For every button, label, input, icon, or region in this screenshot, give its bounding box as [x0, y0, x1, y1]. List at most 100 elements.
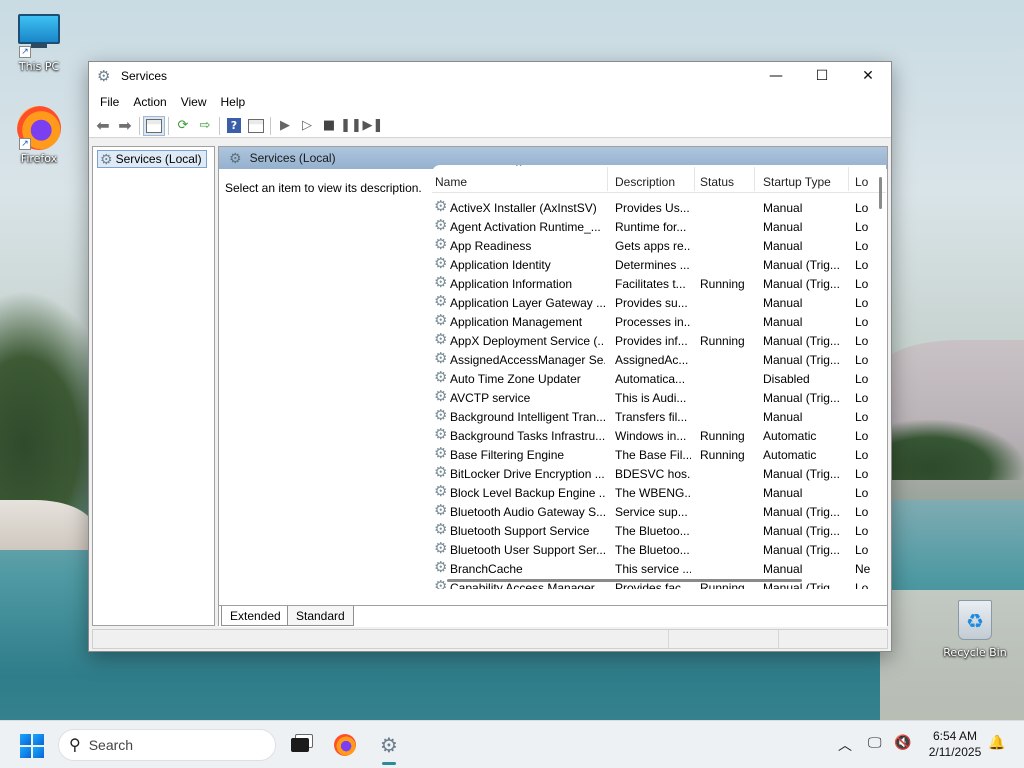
- service-name-cell: BitLocker Drive Encryption ...: [450, 467, 605, 481]
- service-row[interactable]: ⚙ BranchCache This service ... Manual Ne: [432, 560, 872, 579]
- service-logon-cell: Lo: [855, 467, 869, 481]
- start-button[interactable]: [20, 734, 44, 758]
- service-row[interactable]: ⚙ AVCTP service This is Audi... Manual (Tri…: [432, 389, 872, 408]
- vertical-scrollbar[interactable]: [874, 165, 886, 589]
- service-name-cell: Application Layer Gateway ...: [450, 296, 605, 310]
- horizontal-scroll-thumb[interactable]: [447, 579, 802, 582]
- status-divider: [668, 630, 669, 648]
- chevron-up-icon[interactable]: ︿: [838, 735, 852, 755]
- task-view-button[interactable]: [282, 729, 318, 761]
- volume-muted-icon[interactable]: 🔇: [894, 735, 911, 751]
- column-header-status[interactable]: Status: [700, 175, 734, 189]
- service-gear-icon: ⚙: [434, 483, 448, 500]
- service-row[interactable]: ⚙ Bluetooth Audio Gateway S... Service sup…: [432, 503, 872, 522]
- help-icon[interactable]: ?: [223, 116, 245, 136]
- vertical-scroll-thumb[interactable]: [879, 177, 882, 209]
- start-service-alt-icon[interactable]: ▷: [296, 116, 318, 136]
- service-startup-cell: Manual (Trig...: [763, 543, 840, 557]
- service-startup-cell: Manual (Trig...: [763, 505, 840, 519]
- service-row[interactable]: ⚙ Agent Activation Runtime_... Runtime for…: [432, 218, 872, 237]
- service-row[interactable]: ⚙ Application Layer Gateway ... Provides s…: [432, 294, 872, 313]
- column-divider[interactable]: [694, 167, 695, 191]
- service-startup-cell: Manual (Trig...: [763, 334, 840, 348]
- service-row[interactable]: ⚙ BitLocker Drive Encryption ... BDESVC ho…: [432, 465, 872, 484]
- service-row[interactable]: ⚙ AppX Deployment Service (... Provides in…: [432, 332, 872, 351]
- toolbar-separator: [270, 116, 271, 135]
- column-divider[interactable]: [607, 167, 608, 191]
- service-row[interactable]: ⚙ Application Management Processes in... Ma…: [432, 313, 872, 332]
- stop-service-icon[interactable]: ■: [318, 116, 340, 136]
- taskbar-firefox-button[interactable]: [327, 729, 363, 761]
- maximize-button[interactable]: ☐: [799, 62, 845, 90]
- column-header-startup-type[interactable]: Startup Type: [763, 175, 831, 189]
- desktop-icon-this-pc[interactable]: ↗ This PC: [4, 10, 74, 73]
- desktop-icon-firefox[interactable]: ↗ Firefox: [4, 106, 74, 165]
- services-gear-icon: ⚙: [380, 733, 398, 757]
- show-hide-console-tree-icon[interactable]: [143, 115, 165, 136]
- service-logon-cell: Lo: [855, 410, 869, 424]
- menu-file[interactable]: File: [93, 95, 126, 109]
- column-header-description[interactable]: Description: [615, 175, 675, 189]
- service-row[interactable]: ⚙ Auto Time Zone Updater Automatica... Disa…: [432, 370, 872, 389]
- minimize-button[interactable]: —: [753, 62, 799, 90]
- desktop-icon-recycle-bin[interactable]: Recycle Bin: [940, 600, 1010, 659]
- taskbar-search-box[interactable]: ⚲ Search: [58, 729, 276, 761]
- menu-help[interactable]: Help: [214, 95, 253, 109]
- description-prompt: Select an item to view its description.: [225, 181, 422, 195]
- properties-icon[interactable]: [245, 116, 267, 136]
- service-description-cell: Facilitates t...: [615, 277, 686, 291]
- pause-service-icon[interactable]: ❚❚: [340, 116, 362, 136]
- service-row[interactable]: ⚙ Application Information Facilitates t...…: [432, 275, 872, 294]
- notification-bell-icon[interactable]: 🔔: [988, 735, 1005, 751]
- service-name-cell: ActiveX Installer (AxInstSV): [450, 201, 597, 215]
- service-startup-cell: Manual: [763, 239, 803, 253]
- service-gear-icon: ⚙: [434, 255, 448, 272]
- service-row[interactable]: ⚙ Block Level Backup Engine ... The WBENG.…: [432, 484, 872, 503]
- service-row[interactable]: ⚙ Background Tasks Infrastru... Windows in…: [432, 427, 872, 446]
- service-name-cell: Base Filtering Engine: [450, 448, 565, 462]
- service-row[interactable]: ⚙ Base Filtering Engine The Base Fil... Run…: [432, 446, 872, 465]
- service-row[interactable]: ⚙ Bluetooth User Support Ser... The Blueto…: [432, 541, 872, 560]
- desktop-icon-label: This PC: [18, 60, 60, 73]
- column-header-name[interactable]: Name: [435, 175, 467, 189]
- service-description-cell: The Base Fil...: [615, 448, 691, 462]
- tree-node-services-local[interactable]: ⚙ Services (Local): [97, 150, 207, 168]
- back-arrow-icon[interactable]: ⬅: [92, 116, 114, 136]
- refresh-icon[interactable]: ⟳: [172, 116, 194, 136]
- service-description-cell: Automatica...: [615, 372, 686, 386]
- tab-standard[interactable]: Standard: [287, 606, 354, 626]
- service-row[interactable]: ⚙ AssignedAccessManager Se... AssignedAc..…: [432, 351, 872, 370]
- network-icon[interactable]: 🖵: [868, 735, 882, 751]
- taskbar-services-button[interactable]: ⚙: [371, 729, 407, 761]
- start-service-icon[interactable]: ▶: [274, 116, 296, 136]
- service-row[interactable]: ⚙ Application Identity Determines ... Manua…: [432, 256, 872, 275]
- service-row[interactable]: ⚙ Background Intelligent Tran... Transfers…: [432, 408, 872, 427]
- service-description-cell: Processes in...: [615, 315, 691, 329]
- close-button[interactable]: ✕: [845, 62, 891, 90]
- restart-service-icon[interactable]: ▶❚: [362, 116, 384, 136]
- column-header-log-on-as[interactable]: Lo: [855, 175, 868, 189]
- service-gear-icon: ⚙: [434, 274, 448, 291]
- forward-arrow-icon[interactable]: ➡: [114, 116, 136, 136]
- service-row[interactable]: ⚙ ActiveX Installer (AxInstSV) Provides Us…: [432, 199, 872, 218]
- menu-view[interactable]: View: [174, 95, 214, 109]
- status-bar: [92, 629, 888, 649]
- firefox-icon: [334, 734, 356, 756]
- export-list-icon[interactable]: ⇨: [194, 116, 216, 136]
- column-divider[interactable]: [848, 167, 849, 191]
- title-bar[interactable]: ⚙ Services — ☐ ✕: [89, 62, 891, 90]
- service-startup-cell: Manual (Trig...: [763, 353, 840, 367]
- clock-time: 6:54 AM: [932, 729, 978, 743]
- service-startup-cell: Manual: [763, 201, 803, 215]
- service-row[interactable]: ⚙ Bluetooth Support Service The Bluetoo...…: [432, 522, 872, 541]
- menu-action[interactable]: Action: [126, 95, 173, 109]
- column-divider[interactable]: [754, 167, 755, 191]
- toolbar-separator: [168, 116, 169, 135]
- wallpaper-trees: [890, 420, 1024, 480]
- taskbar-clock[interactable]: 6:54 AM 2/11/2025: [918, 728, 992, 760]
- service-gear-icon: ⚙: [434, 559, 448, 576]
- service-logon-cell: Lo: [855, 353, 869, 367]
- service-row[interactable]: ⚙ App Readiness Gets apps re... Manual Lo: [432, 237, 872, 256]
- service-logon-cell: Lo: [855, 505, 869, 519]
- tab-extended[interactable]: Extended: [221, 606, 290, 626]
